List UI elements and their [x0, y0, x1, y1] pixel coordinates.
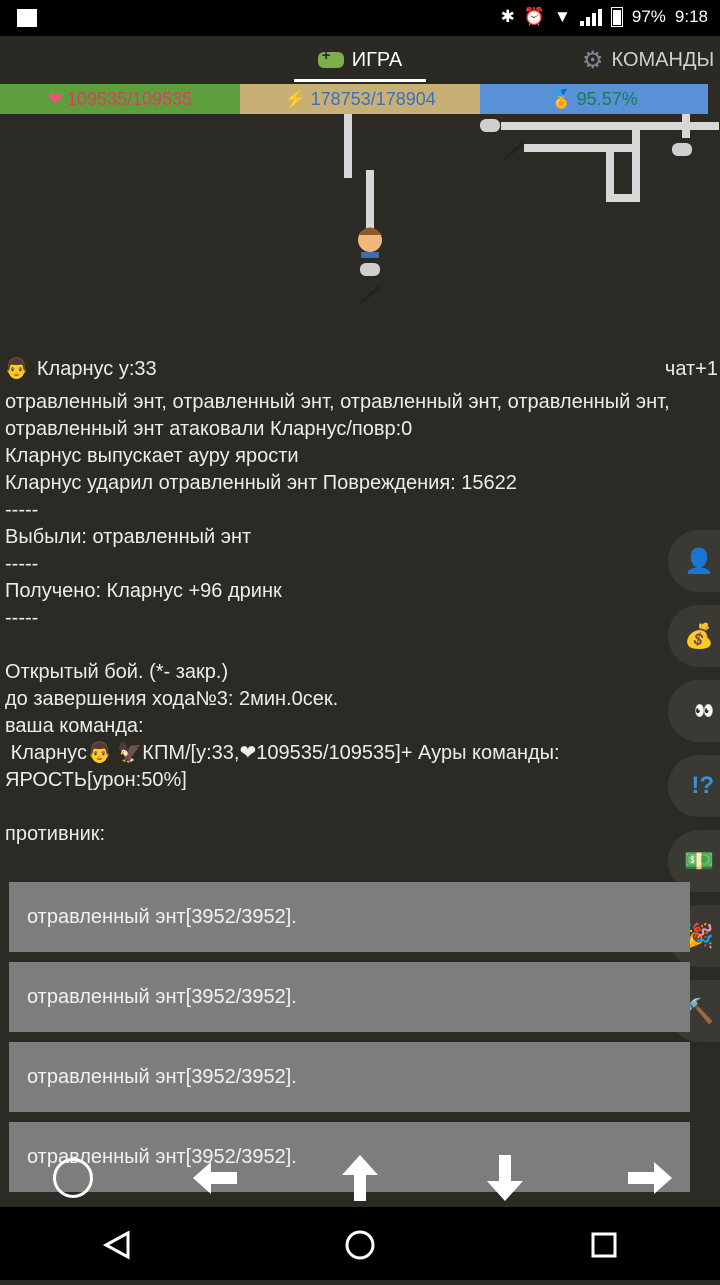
xp-stat: 🏅 95.57% — [480, 84, 708, 114]
alarm-icon: ⏰ — [523, 7, 546, 26]
gear-icon: ⚙ — [582, 46, 604, 74]
back-icon — [102, 1230, 130, 1260]
game-map[interactable] — [0, 110, 720, 354]
enemy-button[interactable]: отравленный энт[3952/3952]. — [9, 882, 690, 952]
back-button[interactable] — [102, 1230, 130, 1260]
move-right-button[interactable] — [620, 1150, 680, 1205]
circle-icon — [52, 1157, 93, 1198]
lightning-icon: ⚡ — [284, 88, 307, 109]
question-exclamation-icon: !? — [691, 772, 714, 799]
notification-icon — [17, 9, 37, 27]
clock: 9:18 — [674, 7, 708, 26]
tab-teams[interactable]: ⚙ КОМАНДЫ — [582, 36, 714, 84]
player-icon — [358, 227, 382, 258]
medal-icon: 🏅 — [550, 88, 573, 109]
player-header: 👨 Кларнус у:33 — [4, 356, 157, 383]
home-button[interactable] — [345, 1230, 375, 1260]
tab-game-label: ИГРА — [351, 48, 403, 71]
tab-game[interactable]: ИГРА — [294, 36, 426, 84]
chat-bubble-icon — [672, 143, 692, 156]
tab-bar: ИГРА ⚙ КОМАНДЫ — [0, 36, 720, 84]
banknote-icon: 💵 — [684, 847, 714, 875]
energy-value: 178753/178904 — [310, 88, 436, 109]
tab-teams-label: КОМАНДЫ — [611, 48, 715, 71]
move-left-button[interactable] — [185, 1150, 245, 1205]
enemy-button[interactable]: отравленный энт[3952/3952]. — [9, 1042, 690, 1112]
arrow-right-icon — [628, 1161, 672, 1194]
money-bag-icon: 💰 — [684, 622, 714, 650]
battery-icon — [610, 7, 623, 27]
energy-stat: ⚡ 178753/178904 — [240, 84, 480, 114]
recents-button[interactable] — [591, 1232, 617, 1258]
hp-value: 109535/109535 — [66, 88, 193, 109]
chat-button[interactable]: чат+1 — [665, 356, 718, 383]
move-up-button[interactable] — [335, 1150, 385, 1205]
signal-icon — [579, 8, 602, 26]
bluetooth-icon: ✱ — [500, 7, 515, 26]
arrow-left-icon — [193, 1161, 237, 1194]
dagger-icon — [358, 284, 382, 306]
heart-icon: ❤ — [47, 88, 63, 109]
player-name: Кларнус у:33 — [36, 358, 157, 380]
circle-button[interactable] — [45, 1150, 100, 1205]
gamepad-icon — [317, 47, 344, 68]
chat-bubble-icon — [360, 263, 380, 276]
move-down-button[interactable] — [480, 1150, 530, 1205]
log-text: отравленный энт, отравленный энт, отравл… — [5, 391, 670, 845]
wifi-icon: ▼ — [554, 7, 571, 26]
navigation-bar — [0, 1207, 720, 1280]
status-bar: ✱ ⏰ ▼ 97% 9:18 — [0, 0, 720, 36]
recents-icon — [591, 1232, 617, 1258]
map-paths — [344, 110, 719, 306]
battery-percent: 97% — [631, 7, 666, 26]
player-avatar-icon: 👨 — [4, 358, 29, 380]
hp-stat: ❤ 109535/109535 — [0, 84, 240, 114]
dagger-icon — [502, 140, 526, 162]
arrow-up-icon — [342, 1154, 378, 1201]
home-icon — [345, 1230, 375, 1260]
stats-bar: ❤ 109535/109535 ⚡ 178753/178904 🏅 95.57% — [0, 84, 720, 114]
eyes-icon: 👀 — [694, 703, 714, 720]
person-icon: 👤 — [684, 547, 714, 575]
xp-value: 95.57% — [576, 88, 638, 109]
chat-bubble-icon — [480, 119, 500, 132]
arrow-down-icon — [487, 1154, 523, 1201]
enemy-button[interactable]: отравленный энт[3952/3952]. — [9, 962, 690, 1032]
